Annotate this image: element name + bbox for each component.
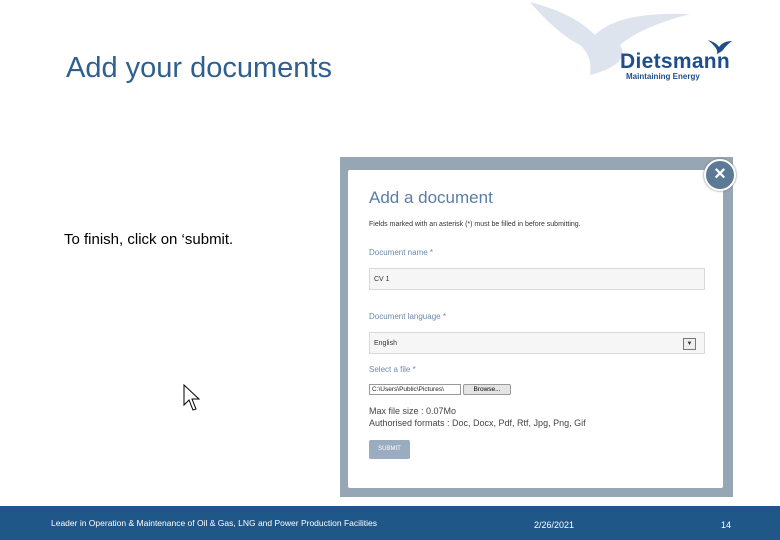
document-name-label: Document name *	[369, 248, 434, 257]
browse-button[interactable]: Browse...	[463, 384, 511, 395]
document-language-value: English	[374, 340, 397, 347]
instruction-text: To finish, click on ‘submit.	[64, 231, 234, 248]
chevron-down-icon[interactable]: ▼	[683, 338, 696, 350]
document-name-value: CV 1	[374, 276, 390, 283]
page-number: 14	[721, 520, 732, 530]
document-name-input[interactable]: CV 1	[369, 268, 705, 290]
company-logo: Dietsmann Maintaining Energy	[620, 40, 735, 81]
max-file-size-text: Max file size : 0.07Mo	[369, 406, 457, 416]
mouse-cursor-icon	[183, 384, 201, 411]
footer-date: 2/26/2021	[534, 520, 575, 530]
slide-title: Add your documents	[66, 52, 332, 84]
document-language-label: Document language *	[369, 312, 446, 321]
footer-bar: Leader in Operation & Maintenance of Oil…	[0, 506, 780, 540]
document-language-select[interactable]: English ▼	[369, 332, 705, 354]
file-path-input[interactable]: C:\Users\Public\Pictures\	[369, 384, 461, 395]
submit-button[interactable]: SUBMIT	[369, 440, 410, 459]
footer-tagline: Leader in Operation & Maintenance of Oil…	[51, 518, 378, 528]
select-file-label: Select a file *	[369, 365, 416, 374]
authorised-formats-text: Authorised formats : Doc, Docx, Pdf, Rtf…	[369, 418, 586, 428]
bird-logo-icon	[708, 40, 732, 54]
dialog-title: Add a document	[369, 188, 493, 207]
close-icon[interactable]: ×	[704, 159, 736, 191]
dialog-note: Fields marked with an asterisk (*) must …	[369, 221, 581, 228]
